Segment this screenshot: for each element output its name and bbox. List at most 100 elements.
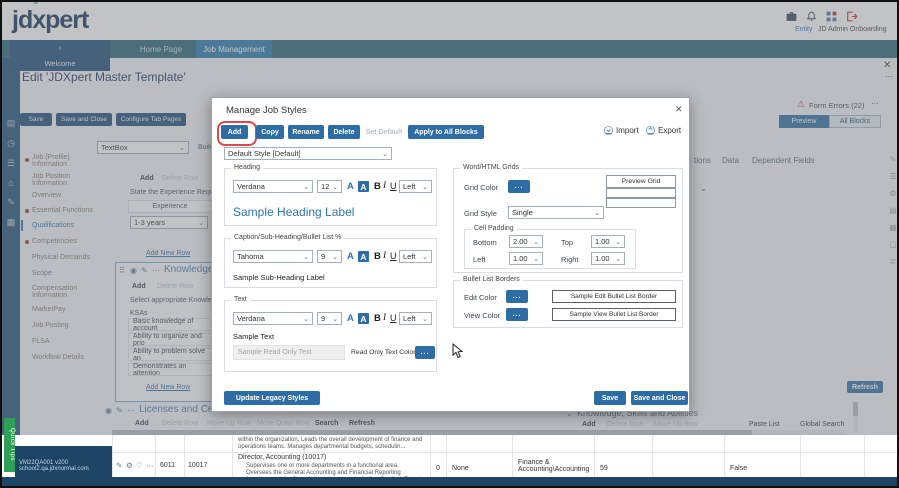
import-button[interactable]: Import	[604, 126, 639, 135]
padding-bottom-label: Bottom	[473, 238, 497, 247]
chevron-down-icon: ⌄	[615, 255, 621, 263]
text-font-select[interactable]: Verdana ⌄	[233, 312, 313, 325]
padding-top-select[interactable]: 1.00 ⌄	[591, 235, 625, 248]
gear-icon[interactable]: ⚙	[126, 461, 133, 470]
heading-align-select[interactable]: Left ⌄	[399, 180, 432, 193]
underline-button[interactable]: U	[390, 181, 397, 191]
caption-fieldset: Caption/Sub-Heading/Bullet List % Tahoma…	[224, 234, 437, 288]
bold-button[interactable]: B	[374, 313, 381, 324]
chevron-down-icon: ⌄	[303, 315, 309, 323]
apply-to-all-blocks-button[interactable]: Apply to All Blocks	[408, 125, 484, 139]
chevron-down-icon: ⌄	[533, 238, 539, 246]
style-copy-button[interactable]: Copy	[256, 125, 284, 139]
style-delete-button[interactable]: Delete	[328, 125, 360, 139]
text-size-select[interactable]: 9 ⌄	[317, 312, 342, 325]
cell-position-code: 10017	[188, 462, 208, 469]
italic-button[interactable]: I	[383, 181, 386, 191]
bold-button[interactable]: B	[374, 181, 381, 192]
underline-button[interactable]: U	[390, 251, 397, 261]
quick-tips-tab[interactable]: Quick Tips	[4, 418, 15, 472]
dialog-save-and-close-button[interactable]: Save and Close	[631, 391, 688, 405]
heart-icon[interactable]: ♡	[136, 461, 143, 470]
grid-color-picker-button[interactable]: ...	[508, 180, 530, 193]
text-sample: Sample Text	[233, 332, 275, 341]
edit-color-picker-button[interactable]: ...	[506, 290, 528, 303]
cell-job-title[interactable]: Director, Accounting (10017)	[238, 454, 326, 461]
caption-align-select[interactable]: Left ⌄	[399, 250, 432, 263]
italic-button[interactable]: I	[383, 251, 386, 261]
style-rename-button[interactable]: Rename	[288, 125, 324, 139]
dialog-title: Manage Job Styles	[226, 105, 307, 116]
italic-button[interactable]: I	[383, 313, 386, 323]
view-border-sample: Sample View Bullet List Border	[552, 308, 676, 321]
padding-right-label: Right	[561, 255, 579, 264]
chevron-down-icon: ⌄	[422, 253, 428, 261]
style-add-button[interactable]: Add	[221, 125, 248, 139]
padding-left-select[interactable]: 1.00 ⌄	[509, 252, 543, 265]
grids-legend: Word/HTML Grids	[460, 164, 523, 171]
update-legacy-styles-button[interactable]: Update Legacy Styles	[224, 391, 320, 405]
heading-legend: Heading	[231, 164, 264, 171]
preview-grid-header: Preview Grid	[606, 175, 676, 188]
padding-bottom-select[interactable]: 2.00 ⌄	[509, 235, 543, 248]
chevron-down-icon: ⌄	[332, 315, 338, 323]
bullet-borders-fieldset: Bullet List Borders Edit Color ... Sampl…	[453, 276, 683, 328]
heading-size-select[interactable]: 12 ⌄	[317, 180, 342, 193]
chevron-down-icon: ⌄	[303, 183, 309, 191]
results-grid: within the organization. Leads the overa…	[2, 435, 897, 486]
export-button[interactable]: Export	[646, 126, 681, 135]
bullet-borders-legend: Bullet List Borders	[460, 276, 523, 283]
readonly-color-picker-button[interactable]: ...	[415, 346, 435, 359]
underline-button[interactable]: U	[390, 313, 397, 323]
highlight-color-button[interactable]: A	[358, 313, 369, 324]
dialog-close-icon[interactable]: ✕	[675, 104, 683, 115]
cell-job-code: 6011	[160, 462, 176, 469]
highlight-color-button[interactable]: A	[358, 181, 369, 192]
app-window: jdx ˇ pert Entity JD Admin Onboarding Welc…	[0, 0, 899, 488]
readonly-color-label: Read Only Text Color	[351, 349, 416, 356]
chevron-down-icon: ⌄	[382, 150, 388, 158]
set-default-button-disabled: Set Default	[365, 128, 403, 136]
padding-right-select[interactable]: 1.00 ⌄	[591, 252, 625, 265]
edit-border-sample: Sample Edit Bullet List Border	[552, 290, 676, 303]
caption-sample: Sample Sub-Heading Label	[233, 273, 325, 282]
manage-job-styles-dialog: Manage Job Styles ✕ Add Copy Rename Dele…	[211, 97, 690, 412]
highlight-color-button[interactable]: A	[358, 251, 369, 262]
chevron-down-icon: ⌄	[332, 253, 338, 261]
edit-icon[interactable]: ✎	[116, 461, 122, 470]
chevron-down-icon: ⌄	[303, 253, 309, 261]
more-icon[interactable]: ⋯	[146, 461, 154, 470]
caption-size-select[interactable]: 9 ⌄	[317, 250, 342, 263]
heading-font-select[interactable]: Verdana ⌄	[233, 180, 313, 193]
bold-button[interactable]: B	[374, 251, 381, 262]
grid-style-select[interactable]: Single ⌄	[508, 206, 604, 219]
cell-count: 0	[436, 465, 440, 472]
grids-fieldset: Word/HTML Grids Grid Color ... Preview G…	[453, 164, 683, 273]
font-color-button[interactable]: A	[347, 313, 354, 324]
cell-padding-legend: Cell Padding	[471, 225, 517, 232]
font-color-button[interactable]: A	[347, 251, 354, 262]
view-color-label: View Color	[464, 311, 501, 320]
export-icon	[646, 126, 655, 135]
chevron-down-icon: ⌄	[594, 209, 600, 217]
cell-flag: False	[730, 465, 748, 472]
text-align-select[interactable]: Left ⌄	[399, 312, 432, 325]
caption-font-select[interactable]: Tahoma ⌄	[233, 250, 313, 263]
preview-grid-row	[606, 188, 676, 198]
grid-color-label: Grid Color	[464, 183, 499, 192]
style-select[interactable]: Default Style [Default] ⌄	[224, 147, 392, 160]
cell-padding-fieldset: Cell Padding Bottom 2.00 ⌄ Top 1.00 ⌄ Left…	[464, 225, 636, 269]
env-host: school2.qa.jdxnormal.com	[19, 466, 89, 472]
heading-sample: Sample Heading Label	[233, 205, 355, 219]
mouse-cursor	[452, 343, 464, 359]
view-color-picker-button[interactable]: ...	[506, 308, 528, 321]
heading-fieldset: Heading Verdana ⌄ 12 ⌄ A A B I U Left ⌄ Sam…	[224, 164, 437, 226]
text-fieldset: Text Verdana ⌄ 9 ⌄ A A B I U Left ⌄ Sample …	[224, 296, 437, 372]
cell-none: None	[452, 465, 469, 472]
font-color-button[interactable]: A	[347, 181, 354, 192]
caption-legend: Caption/Sub-Heading/Bullet List %	[231, 234, 345, 241]
cell-number: 59	[600, 465, 608, 472]
cell-department: Finance & Accounting\Accounting	[518, 459, 590, 473]
dialog-save-button[interactable]: Save	[594, 391, 626, 405]
chevron-down-icon: ⌄	[615, 238, 621, 246]
